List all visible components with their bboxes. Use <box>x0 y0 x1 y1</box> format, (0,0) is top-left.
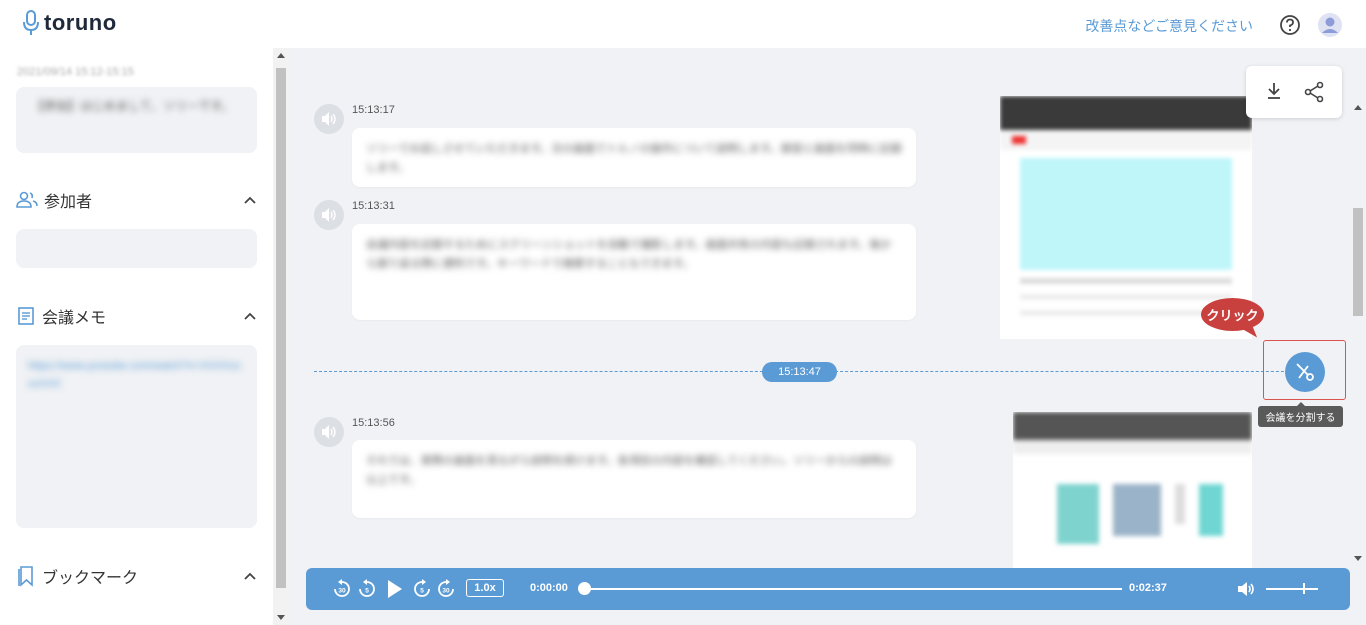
transcript-scrollbar[interactable] <box>1350 100 1366 566</box>
bookmark-icon <box>18 566 33 587</box>
scissors-icon <box>1296 363 1314 381</box>
rewind-30-icon[interactable]: 30 <box>332 578 352 600</box>
transcript-bubble[interactable]: 会議内容を記録するためにスクリーンショットを自動で撮影します。画面共有の内容も記… <box>352 224 916 320</box>
meeting-title: 【参加】はじめまして、ソリーです。 <box>32 99 234 113</box>
share-icon[interactable] <box>1303 81 1325 103</box>
download-icon[interactable] <box>1265 81 1283 101</box>
svg-text:5: 5 <box>420 588 424 595</box>
memo-text: https://www.youtube.com/watch?v=XXXXxxxx… <box>28 360 241 390</box>
memo-label: 会議メモ <box>42 310 107 327</box>
logo[interactable]: toruno <box>22 10 117 36</box>
entry-timestamp: 15:13:56 <box>352 417 395 429</box>
entry-timestamp: 15:13:17 <box>352 104 395 116</box>
avatar-icon[interactable] <box>1317 12 1343 38</box>
progress-knob[interactable] <box>578 582 591 595</box>
speaker-icon[interactable] <box>314 417 344 447</box>
sidebar: 2021/09/14 15:12-15:15 【参加】はじめまして、ソリーです。… <box>0 48 273 625</box>
split-tooltip: 会議を分割する <box>1258 402 1343 427</box>
forward-5-icon[interactable]: 5 <box>412 578 432 600</box>
total-time: 0:02:37 <box>1129 582 1167 594</box>
play-icon[interactable] <box>386 578 404 600</box>
current-time: 0:00:00 <box>530 582 568 594</box>
feedback-link[interactable]: 改善点などご意見ください <box>1085 16 1253 36</box>
document-icon <box>18 307 34 325</box>
split-time-pill: 15:13:47 <box>762 362 837 382</box>
sidebar-scrollbar[interactable] <box>273 48 289 625</box>
transcript-area: 15:13:17 ソリーでお話しさせていただきます。次の画面でトルノの操作につい… <box>289 48 1350 625</box>
chevron-up-icon[interactable] <box>243 195 257 205</box>
click-callout: クリック <box>1201 298 1264 331</box>
chevron-up-icon[interactable] <box>243 571 257 581</box>
rewind-5-icon[interactable]: 5 <box>357 578 377 600</box>
scroll-up-arrow[interactable] <box>1354 105 1362 110</box>
scroll-down-arrow[interactable] <box>1354 556 1362 561</box>
progress-track[interactable] <box>587 588 1122 590</box>
svg-text:30: 30 <box>338 588 346 595</box>
svg-text:5: 5 <box>365 588 369 595</box>
scroll-down-arrow[interactable] <box>277 615 285 620</box>
meeting-title-box[interactable]: 【参加】はじめまして、ソリーです。 <box>16 87 257 153</box>
bookmark-label: ブックマーク <box>42 570 139 587</box>
users-icon <box>16 191 38 208</box>
transcript-bubble[interactable]: ソリーでお話しさせていただきます。次の画面でトルノの操作について説明します。録音… <box>352 128 916 187</box>
participants-label: 参加者 <box>44 194 93 211</box>
bookmark-header[interactable]: ブックマーク <box>16 564 257 588</box>
meeting-datetime: 2021/09/14 15:12-15:15 <box>17 66 134 78</box>
transcript-text: 会議内容を記録するためにスクリーンショットを自動で撮影します。画面共有の内容も記… <box>366 239 892 270</box>
logo-text: toruno <box>44 10 117 35</box>
action-card <box>1246 66 1342 118</box>
forward-30-icon[interactable]: 30 <box>436 578 456 600</box>
transcript-text: ソリーでお話しさせていただきます。次の画面でトルノの操作について説明します。録音… <box>366 143 902 174</box>
svg-text:30: 30 <box>442 588 450 595</box>
screenshot-thumbnail[interactable] <box>1013 412 1252 570</box>
transcript-bubble[interactable]: それでは、実際の画面を見ながら説明を続けます。各項目の内容を確認してください。ソ… <box>352 440 916 518</box>
speaker-icon[interactable] <box>314 104 344 134</box>
volume-icon[interactable] <box>1236 579 1256 599</box>
app-header: toruno 改善点などご意見ください <box>0 0 1366 48</box>
speaker-icon[interactable] <box>314 200 344 230</box>
chevron-up-icon[interactable] <box>243 311 257 321</box>
scroll-up-arrow[interactable] <box>277 53 285 58</box>
split-meeting-button[interactable] <box>1285 352 1325 392</box>
volume-track[interactable] <box>1266 588 1318 590</box>
entry-timestamp: 15:13:31 <box>352 200 395 212</box>
audio-player: 30 5 5 30 1.0x 0:00:00 0:02:37 <box>306 568 1350 610</box>
playback-speed-button[interactable]: 1.0x <box>466 579 504 597</box>
help-icon[interactable] <box>1279 14 1301 36</box>
scrollbar-thumb[interactable] <box>1353 208 1363 316</box>
scrollbar-thumb[interactable] <box>276 68 286 588</box>
participants-box <box>16 229 257 268</box>
volume-knob[interactable] <box>1303 583 1305 594</box>
transcript-text: それでは、実際の画面を見ながら説明を続けます。各項目の内容を確認してください。ソ… <box>366 455 892 486</box>
participants-header[interactable]: 参加者 <box>16 188 257 212</box>
memo-header[interactable]: 会議メモ <box>16 304 257 328</box>
memo-box[interactable]: https://www.youtube.com/watch?v=XXXXxxxx… <box>16 345 257 528</box>
microphone-icon <box>23 10 39 35</box>
